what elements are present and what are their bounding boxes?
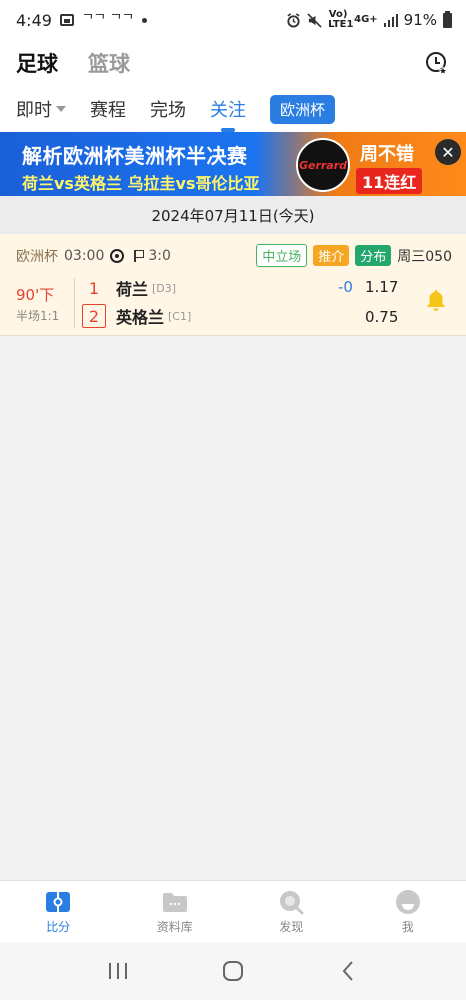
- sport-tabs: 足球 篮球: [0, 40, 466, 86]
- nav-scores[interactable]: 比分: [0, 881, 117, 942]
- away-team-row: 2 英格兰 [C1]: [82, 304, 191, 328]
- tab-live-label: 即时: [16, 100, 52, 121]
- odds-home: 1.17: [365, 278, 399, 296]
- tab-live[interactable]: 即时: [16, 96, 66, 122]
- euro-cup-filter-chip[interactable]: 欧洲杯: [270, 94, 336, 124]
- battery-percentage: 91%: [403, 11, 437, 29]
- banner-headline: 解析欧洲杯美洲杯半决赛: [22, 144, 248, 168]
- tab-finished[interactable]: 完场: [150, 96, 186, 122]
- tab-schedule[interactable]: 赛程: [90, 96, 126, 122]
- carrier-notification-label: ᄀᄀ ᄀᄀ: [81, 12, 134, 28]
- schedule-history-icon[interactable]: [424, 50, 450, 76]
- tab-following[interactable]: 关注: [210, 96, 246, 122]
- more-notifications-icon: [141, 17, 147, 23]
- nav-discover-label: 发现: [279, 920, 304, 934]
- nav-scores-label: 比分: [46, 920, 71, 934]
- home-team-rank: [D3]: [152, 281, 177, 295]
- battery-icon: [443, 10, 452, 28]
- gallery-notification-icon: [59, 14, 74, 26]
- alarm-icon: [287, 12, 300, 28]
- recommend-badge[interactable]: 推介: [313, 245, 350, 266]
- network-type-indicator: 4G+: [354, 14, 378, 25]
- match-card[interactable]: 欧洲杯 03:00 3:0 中立场 推介 分布 周三050 90'下 半场1:1…: [0, 234, 466, 336]
- date-header: 2024年07月11日(今天): [0, 196, 466, 234]
- signal-icon: [383, 13, 398, 27]
- banner-logo: Gerrard: [296, 138, 350, 192]
- distribution-badge[interactable]: 分布: [355, 245, 392, 266]
- nav-database[interactable]: 资料库: [117, 881, 234, 942]
- banner-subline: 荷兰vs英格兰 乌拉圭vs哥伦比亚: [22, 174, 260, 193]
- tab-basketball[interactable]: 篮球: [88, 48, 130, 78]
- match-header: 欧洲杯 03:00 3:0: [16, 246, 171, 266]
- divider: [74, 278, 75, 328]
- nav-database-label: 资料库: [156, 920, 193, 934]
- mute-icon: [307, 12, 322, 28]
- status-bar: 4:49 ᄀᄀ ᄀᄀ Vo) LTE1 4G+ 91%: [0, 0, 466, 40]
- nav-me[interactable]: 我: [350, 881, 466, 942]
- football-icon: [110, 249, 125, 263]
- banner-promo-title: 周不错: [360, 144, 414, 165]
- profile-icon: [395, 889, 421, 915]
- banner-streak-badge: 11连红: [356, 168, 423, 194]
- scores-icon: [45, 889, 71, 915]
- home-team-row: 1 荷兰 [D3]: [82, 276, 176, 300]
- away-score: 2: [82, 304, 106, 328]
- folder-icon: [162, 889, 188, 915]
- bottom-nav: 比分 资料库 发现 我: [0, 880, 466, 942]
- recent-apps-icon[interactable]: [103, 956, 133, 986]
- away-team-name: 英格兰: [116, 308, 165, 327]
- neutral-venue-badge: 中立场: [256, 244, 308, 267]
- nav-discover[interactable]: 发现: [233, 881, 350, 942]
- match-badges: 中立场 推介 分布 周三050: [256, 244, 452, 267]
- tab-football[interactable]: 足球: [16, 48, 58, 78]
- kickoff-time: 03:00: [64, 248, 105, 264]
- discover-icon: [278, 889, 304, 915]
- nav-me-label: 我: [401, 920, 414, 934]
- match-number: 周三050: [397, 248, 452, 265]
- home-icon[interactable]: [218, 956, 248, 986]
- status-time: 4:49: [16, 10, 52, 30]
- close-icon[interactable]: ✕: [435, 139, 461, 165]
- promo-banner[interactable]: 解析欧洲杯美洲杯半决赛 荷兰vs英格兰 乌拉圭vs哥伦比亚 Gerrard 周不…: [0, 132, 466, 196]
- handicap-value: -0: [338, 278, 353, 296]
- odds-away: 0.75: [365, 308, 399, 326]
- dropdown-caret-icon: [56, 106, 66, 112]
- away-team-rank: [C1]: [168, 309, 192, 323]
- bell-icon[interactable]: [424, 288, 448, 312]
- match-minute: 90'下: [16, 286, 55, 304]
- back-icon[interactable]: [333, 956, 363, 986]
- halftime-score: 半场1:1: [16, 309, 60, 323]
- corner-count: 3:0: [148, 248, 171, 264]
- league-name: 欧洲杯: [16, 249, 58, 265]
- corner-flag-icon: [134, 250, 145, 262]
- home-team-name: 荷兰: [116, 280, 149, 299]
- system-navigation-bar: [0, 942, 466, 1000]
- volte-indicator: Vo) LTE1: [328, 9, 354, 30]
- filter-tabs: 即时 赛程 完场 关注 欧洲杯: [0, 86, 466, 132]
- home-score: 1: [88, 278, 100, 298]
